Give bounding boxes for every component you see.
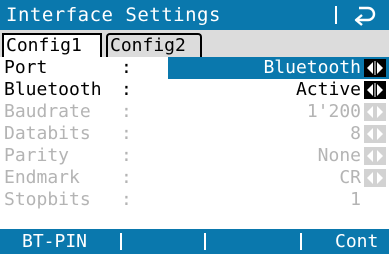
left-right-arrow-icon [364,125,386,143]
field-colon: : [121,123,132,144]
softkey-divider [120,233,122,250]
field-label-stopbits: Stopbits [4,189,91,210]
left-right-arrow-icon[interactable] [364,81,386,99]
field-colon: : [121,189,132,210]
field-row-stopbits: Stopbits : 1 [0,189,389,211]
stopbits-value: 1 [350,189,361,210]
field-row-endmark: Endmark : CR [0,167,389,189]
bluetooth-select[interactable]: Active [296,79,361,101]
field-row-databits: Databits : 8 [0,123,389,145]
left-right-arrow-icon[interactable] [364,59,386,77]
field-label-databits: Databits [4,123,91,144]
field-colon: : [121,57,132,78]
field-colon: : [121,101,132,122]
title-bar: Interface Settings [0,0,389,30]
field-row-bluetooth: Bluetooth : Active [0,79,389,101]
field-colon: : [121,79,132,100]
endmark-value: CR [339,167,361,188]
tab-label: Config1 [6,35,82,56]
softkey-divider [204,233,206,250]
field-label-baudrate: Baudrate [4,101,91,122]
field-row-parity: Parity : None [0,145,389,167]
baudrate-value: 1'200 [306,101,361,122]
softkey-divider [300,233,302,250]
field-label-port: Port [4,57,48,78]
field-label-parity: Parity [4,145,70,166]
tab-config1[interactable]: Config1 [2,33,102,57]
parity-value: None [317,145,361,166]
port-select[interactable]: Bluetooth [263,57,361,79]
databits-value: 8 [350,123,361,144]
field-label-endmark: Endmark [4,167,80,188]
softkey-bt-pin[interactable]: BT-PIN [22,229,87,254]
field-label-bluetooth: Bluetooth [4,79,102,100]
left-right-arrow-icon [364,103,386,121]
tab-bar: Config1 Config2 [0,30,389,57]
return-arrow-icon[interactable] [350,4,378,26]
tab-config2[interactable]: Config2 [106,33,202,57]
field-row-baudrate: Baudrate : 1'200 [0,101,389,123]
field-colon: : [121,167,132,188]
softkey-bar: BT-PIN Cont [0,229,389,254]
tab-label: Config2 [110,35,186,56]
field-colon: : [121,145,132,166]
field-row-port: Port : Bluetooth [0,57,389,79]
left-right-arrow-icon [364,169,386,187]
left-right-arrow-icon [364,147,386,165]
softkey-cont[interactable]: Cont [335,229,378,254]
page-title: Interface Settings [6,4,221,26]
title-separator [335,6,337,24]
